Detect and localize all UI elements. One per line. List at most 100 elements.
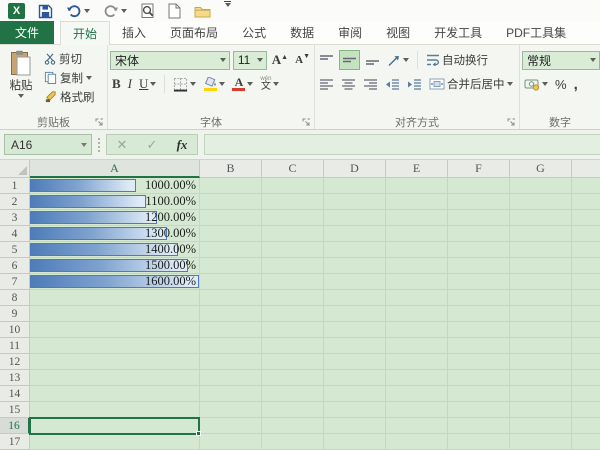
cell-a4[interactable]: 1300.00%	[30, 226, 199, 242]
row-header-9[interactable]: 9	[0, 306, 30, 322]
row-header-3[interactable]: 3	[0, 210, 30, 226]
italic-button[interactable]: I	[126, 74, 134, 94]
bold-button[interactable]: B	[110, 74, 123, 94]
open-folder-icon[interactable]	[192, 1, 213, 21]
borders-button[interactable]	[171, 74, 198, 94]
tab-home[interactable]: 开始	[60, 21, 110, 45]
column-header-e[interactable]: E	[386, 160, 448, 178]
select-all-corner[interactable]	[0, 160, 30, 178]
align-bottom-button[interactable]	[363, 50, 382, 70]
cell-a6[interactable]: 1500.00%	[30, 258, 199, 274]
formula-input[interactable]	[204, 134, 600, 155]
cut-button[interactable]: 剪切	[44, 50, 105, 67]
tab-file[interactable]: 文件	[0, 21, 54, 44]
format-painter-button[interactable]: 格式刷	[44, 88, 105, 105]
number-format-combo[interactable]: 常规	[522, 51, 600, 70]
alignment-dialog-launcher-icon[interactable]	[507, 118, 516, 127]
row-header-2[interactable]: 2	[0, 194, 30, 210]
row-header-11[interactable]: 11	[0, 338, 30, 354]
row-header-4[interactable]: 4	[0, 226, 30, 242]
column-header-f[interactable]: F	[448, 160, 510, 178]
row-header-10[interactable]: 10	[0, 322, 30, 338]
tab-data[interactable]: 数据	[278, 21, 326, 44]
customize-quick-access-icon[interactable]	[222, 1, 233, 21]
align-center-button[interactable]	[339, 74, 358, 94]
wrap-text-button[interactable]: 自动换行	[424, 50, 490, 70]
row-header-7[interactable]: 7	[0, 274, 30, 290]
tab-insert[interactable]: 插入	[110, 21, 158, 44]
copy-button[interactable]: 复制	[44, 69, 105, 86]
column-header-c[interactable]: C	[262, 160, 324, 178]
align-top-button[interactable]	[317, 50, 336, 70]
font-dialog-launcher-icon[interactable]	[302, 118, 311, 127]
enter-button[interactable]: ✓	[137, 137, 167, 153]
insert-function-button[interactable]: fx	[167, 137, 197, 153]
percent-style-button[interactable]: %	[553, 74, 569, 94]
wrap-text-icon	[426, 54, 440, 66]
name-box-dropdown-icon[interactable]	[81, 143, 87, 147]
row-header-8[interactable]: 8	[0, 290, 30, 306]
column-header-b[interactable]: B	[200, 160, 262, 178]
row-header-16[interactable]: 16	[0, 418, 30, 434]
cell-a1[interactable]: 1000.00%	[30, 178, 199, 194]
redo-dropdown-icon[interactable]	[121, 9, 127, 13]
row-header-6[interactable]: 6	[0, 258, 30, 274]
row-header-12[interactable]: 12	[0, 354, 30, 370]
tab-view[interactable]: 视图	[374, 21, 422, 44]
undo-button[interactable]	[64, 1, 92, 21]
row-header-15[interactable]: 15	[0, 402, 30, 418]
undo-dropdown-icon[interactable]	[84, 9, 90, 13]
column-header-a[interactable]: A	[30, 160, 200, 178]
cell-a7[interactable]: 1600.00%	[30, 274, 199, 290]
decrease-font-size-button[interactable]: A▼	[293, 50, 312, 70]
paste-button[interactable]: 粘贴	[2, 48, 40, 98]
row-header-17[interactable]: 17	[0, 434, 30, 450]
tab-page-layout[interactable]: 页面布局	[158, 21, 230, 44]
row-header-5[interactable]: 5	[0, 242, 30, 258]
paste-dropdown-icon[interactable]	[18, 94, 24, 98]
fill-handle[interactable]	[196, 431, 201, 436]
worksheet[interactable]: A B C D E F G 1 2 3 4 5 6 7 8 9 10 11 12…	[0, 160, 600, 450]
cell-a2[interactable]: 1100.00%	[30, 194, 199, 210]
underline-button[interactable]: U	[137, 74, 158, 94]
group-label-font: 字体	[200, 114, 222, 130]
comma-style-button[interactable]: ,	[572, 74, 580, 94]
cancel-button[interactable]: ✕	[107, 137, 137, 153]
row-header-14[interactable]: 14	[0, 386, 30, 402]
align-right-button[interactable]	[361, 74, 380, 94]
cell-a5[interactable]: 1400.00%	[30, 242, 199, 258]
accounting-format-button[interactable]	[522, 74, 550, 94]
save-icon[interactable]	[36, 1, 55, 21]
tab-review[interactable]: 审阅	[326, 21, 374, 44]
column-header-d[interactable]: D	[324, 160, 386, 178]
phonetic-guide-button[interactable]: wén 文	[258, 74, 281, 94]
clipboard-dialog-launcher-icon[interactable]	[95, 118, 104, 127]
copy-dropdown-icon[interactable]	[86, 76, 92, 80]
fill-color-button[interactable]	[201, 74, 227, 94]
ribbon: 粘贴 剪切 复制 格式刷 剪贴板	[0, 45, 600, 130]
decrease-indent-button[interactable]	[383, 74, 402, 94]
row-header-13[interactable]: 13	[0, 370, 30, 386]
increase-indent-button[interactable]	[405, 74, 424, 94]
orientation-button[interactable]	[385, 50, 411, 70]
name-box[interactable]: A16	[4, 134, 92, 155]
row-header-1[interactable]: 1	[0, 178, 30, 194]
tab-developer[interactable]: 开发工具	[422, 21, 494, 44]
cell-grid[interactable]: 1000.00% 1100.00% 1200.00% 1300.00% 1400…	[30, 178, 600, 450]
redo-button[interactable]	[101, 1, 129, 21]
tab-pdf-tools[interactable]: PDF工具集	[494, 21, 578, 44]
clipboard-icon	[10, 50, 32, 76]
font-size-combo[interactable]: 11	[233, 51, 267, 70]
print-preview-icon[interactable]	[138, 1, 157, 21]
font-name-combo[interactable]: 宋体	[110, 51, 230, 70]
align-middle-button[interactable]	[339, 50, 360, 70]
increase-font-size-button[interactable]: A▲	[270, 50, 290, 70]
merge-center-button[interactable]: 合并后居中	[427, 74, 515, 94]
font-color-button[interactable]: A	[230, 74, 255, 94]
tab-formulas[interactable]: 公式	[230, 21, 278, 44]
new-document-icon[interactable]	[166, 1, 183, 21]
align-left-button[interactable]	[317, 74, 336, 94]
column-header-h-partial[interactable]	[572, 160, 600, 178]
cell-a3[interactable]: 1200.00%	[30, 210, 199, 226]
column-header-g[interactable]: G	[510, 160, 572, 178]
